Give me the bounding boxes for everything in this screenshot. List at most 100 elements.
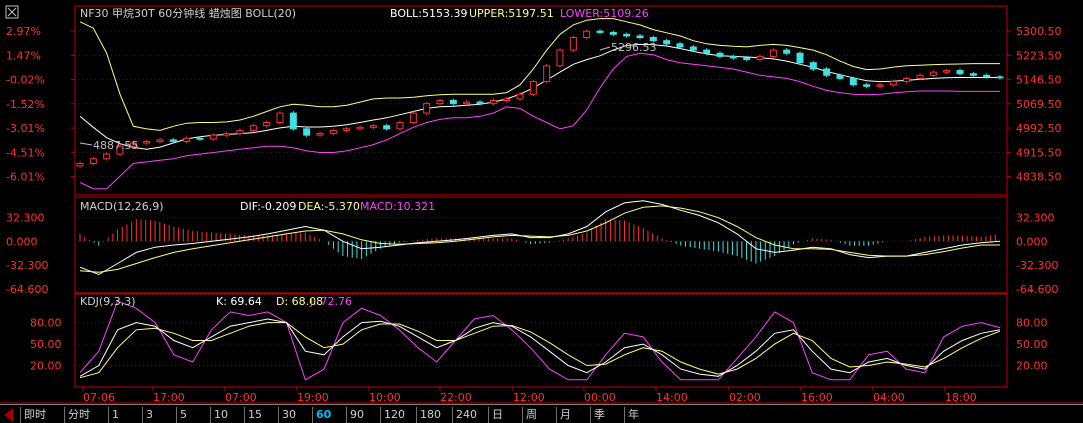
time-tick-label: 07-06: [83, 391, 115, 404]
price-tick-label: 5300.50: [1016, 25, 1062, 38]
candle-body: [169, 139, 177, 142]
candle-body: [503, 98, 511, 102]
candle-body: [636, 35, 644, 38]
period-tab-即时[interactable]: 即时: [20, 407, 64, 423]
candle-body: [943, 70, 951, 73]
period-tab-30[interactable]: 30: [278, 407, 312, 423]
period-tab-周[interactable]: 周: [522, 407, 556, 423]
candle-body: [316, 133, 324, 136]
time-tick-label: 02:00: [729, 391, 761, 404]
price-tick-label: 5146.50: [1016, 74, 1062, 87]
candle-body: [356, 126, 364, 130]
candle-body: [689, 46, 697, 51]
dea-value: DEA:-5.370: [298, 200, 360, 213]
period-tab-5[interactable]: 5: [176, 407, 210, 423]
time-tick-label: 19:00: [297, 391, 329, 404]
period-tab-10[interactable]: 10: [210, 407, 244, 423]
macd-title: MACD(12,26,9): [80, 200, 164, 213]
macd-tick-label-left: -64.600: [6, 283, 48, 296]
candle-body: [876, 84, 884, 87]
candle-body: [529, 81, 537, 95]
lower-value: LOWER:5109.26: [560, 7, 649, 20]
upper-value: UPPER:5197.51: [469, 7, 554, 20]
price-tick-label: 5223.50: [1016, 49, 1062, 62]
period-tab-日[interactable]: 日: [488, 407, 522, 423]
candle-body: [756, 55, 764, 61]
time-tick-label: 17:00: [153, 391, 185, 404]
candle-body: [543, 65, 551, 83]
percent-tick-label: 1.47%: [6, 49, 41, 62]
candle-body: [276, 112, 284, 124]
price-tick-label: 5069.50: [1016, 98, 1062, 111]
candle-body: [809, 62, 817, 70]
candle-body: [383, 125, 391, 130]
j-value: J: 72.76: [309, 295, 352, 308]
candle-body: [676, 43, 684, 48]
candle-body: [223, 133, 231, 136]
kdj-tick-label-left: 50.00: [30, 338, 62, 351]
kdj-title: KDJ(9,3,3): [80, 295, 136, 308]
kline-chart: 5300.50 2.97% 5223.50 1.47% 5146.50 -0.02% 506…: [0, 0, 1083, 404]
candle-body: [823, 68, 831, 76]
candle-body: [236, 129, 244, 135]
candle-body: [329, 129, 337, 135]
period-tab-60[interactable]: 60: [312, 407, 346, 423]
candle-body: [196, 137, 204, 140]
time-tick-label: 12:00: [513, 391, 545, 404]
candle-body: [263, 122, 271, 127]
candle-body: [769, 49, 777, 57]
candle-body: [103, 153, 111, 160]
candle-body: [156, 139, 164, 142]
time-tick-label: 16:00: [801, 391, 833, 404]
candle-body: [489, 100, 497, 105]
kdj-tick-label-right: 20.00: [1016, 360, 1048, 373]
percent-tick-label: -0.02%: [6, 74, 45, 87]
period-tab-年[interactable]: 年: [624, 407, 664, 423]
candle-body: [369, 125, 377, 128]
candle-body: [916, 74, 924, 79]
boll-value: BOLL:5153.39: [390, 7, 467, 20]
period-tab-3[interactable]: 3: [142, 407, 176, 423]
tab-scroll-left-icon[interactable]: [4, 408, 13, 422]
candle-body: [783, 49, 791, 54]
period-tab-120[interactable]: 120: [380, 407, 416, 423]
price-tick-label: 4992.50: [1016, 122, 1062, 135]
candle-body: [863, 84, 871, 87]
candle-body: [343, 128, 351, 131]
candle-body: [289, 112, 297, 130]
candle-body: [836, 74, 844, 79]
candle-body: [796, 52, 804, 64]
macd-tick-label-left: -32.300: [6, 259, 48, 272]
period-tab-240[interactable]: 240: [452, 407, 488, 423]
percent-tick-label: -1.52%: [6, 98, 45, 111]
candle-body: [663, 40, 671, 45]
macd-value: MACD:10.321: [360, 200, 435, 213]
period-tab-季[interactable]: 季: [590, 407, 624, 423]
candle-body: [569, 37, 577, 51]
max-price-annotation: 5296.53: [611, 41, 657, 54]
time-tick-label: 00:00: [584, 391, 616, 404]
candle-body: [996, 76, 1004, 79]
min-price-annotation: 4887.55: [93, 139, 139, 152]
candle-body: [929, 71, 937, 76]
candle-body: [556, 49, 564, 67]
candle-body: [463, 101, 471, 105]
candle-body: [969, 73, 977, 76]
period-tab-分时[interactable]: 分时: [64, 407, 108, 423]
kdj-tick-label-left: 80.00: [30, 317, 62, 330]
kdj-tick-label-right: 80.00: [1016, 317, 1048, 330]
candle-body: [143, 140, 151, 144]
period-tab-90[interactable]: 90: [346, 407, 380, 423]
price-tick-label: 4915.50: [1016, 146, 1062, 159]
k-value: K: 69.64: [216, 295, 262, 308]
kdj-tick-label-left: 20.00: [30, 360, 62, 373]
period-tab-月[interactable]: 月: [556, 407, 590, 423]
candle-body: [903, 77, 911, 83]
period-tab-180[interactable]: 180: [416, 407, 452, 423]
candle-body: [409, 112, 417, 124]
period-tab-15[interactable]: 15: [244, 407, 278, 423]
candle-body: [516, 93, 524, 100]
period-tab-1[interactable]: 1: [108, 407, 142, 423]
candle-body: [476, 101, 484, 105]
dif-value: DIF:-0.209: [240, 200, 296, 213]
